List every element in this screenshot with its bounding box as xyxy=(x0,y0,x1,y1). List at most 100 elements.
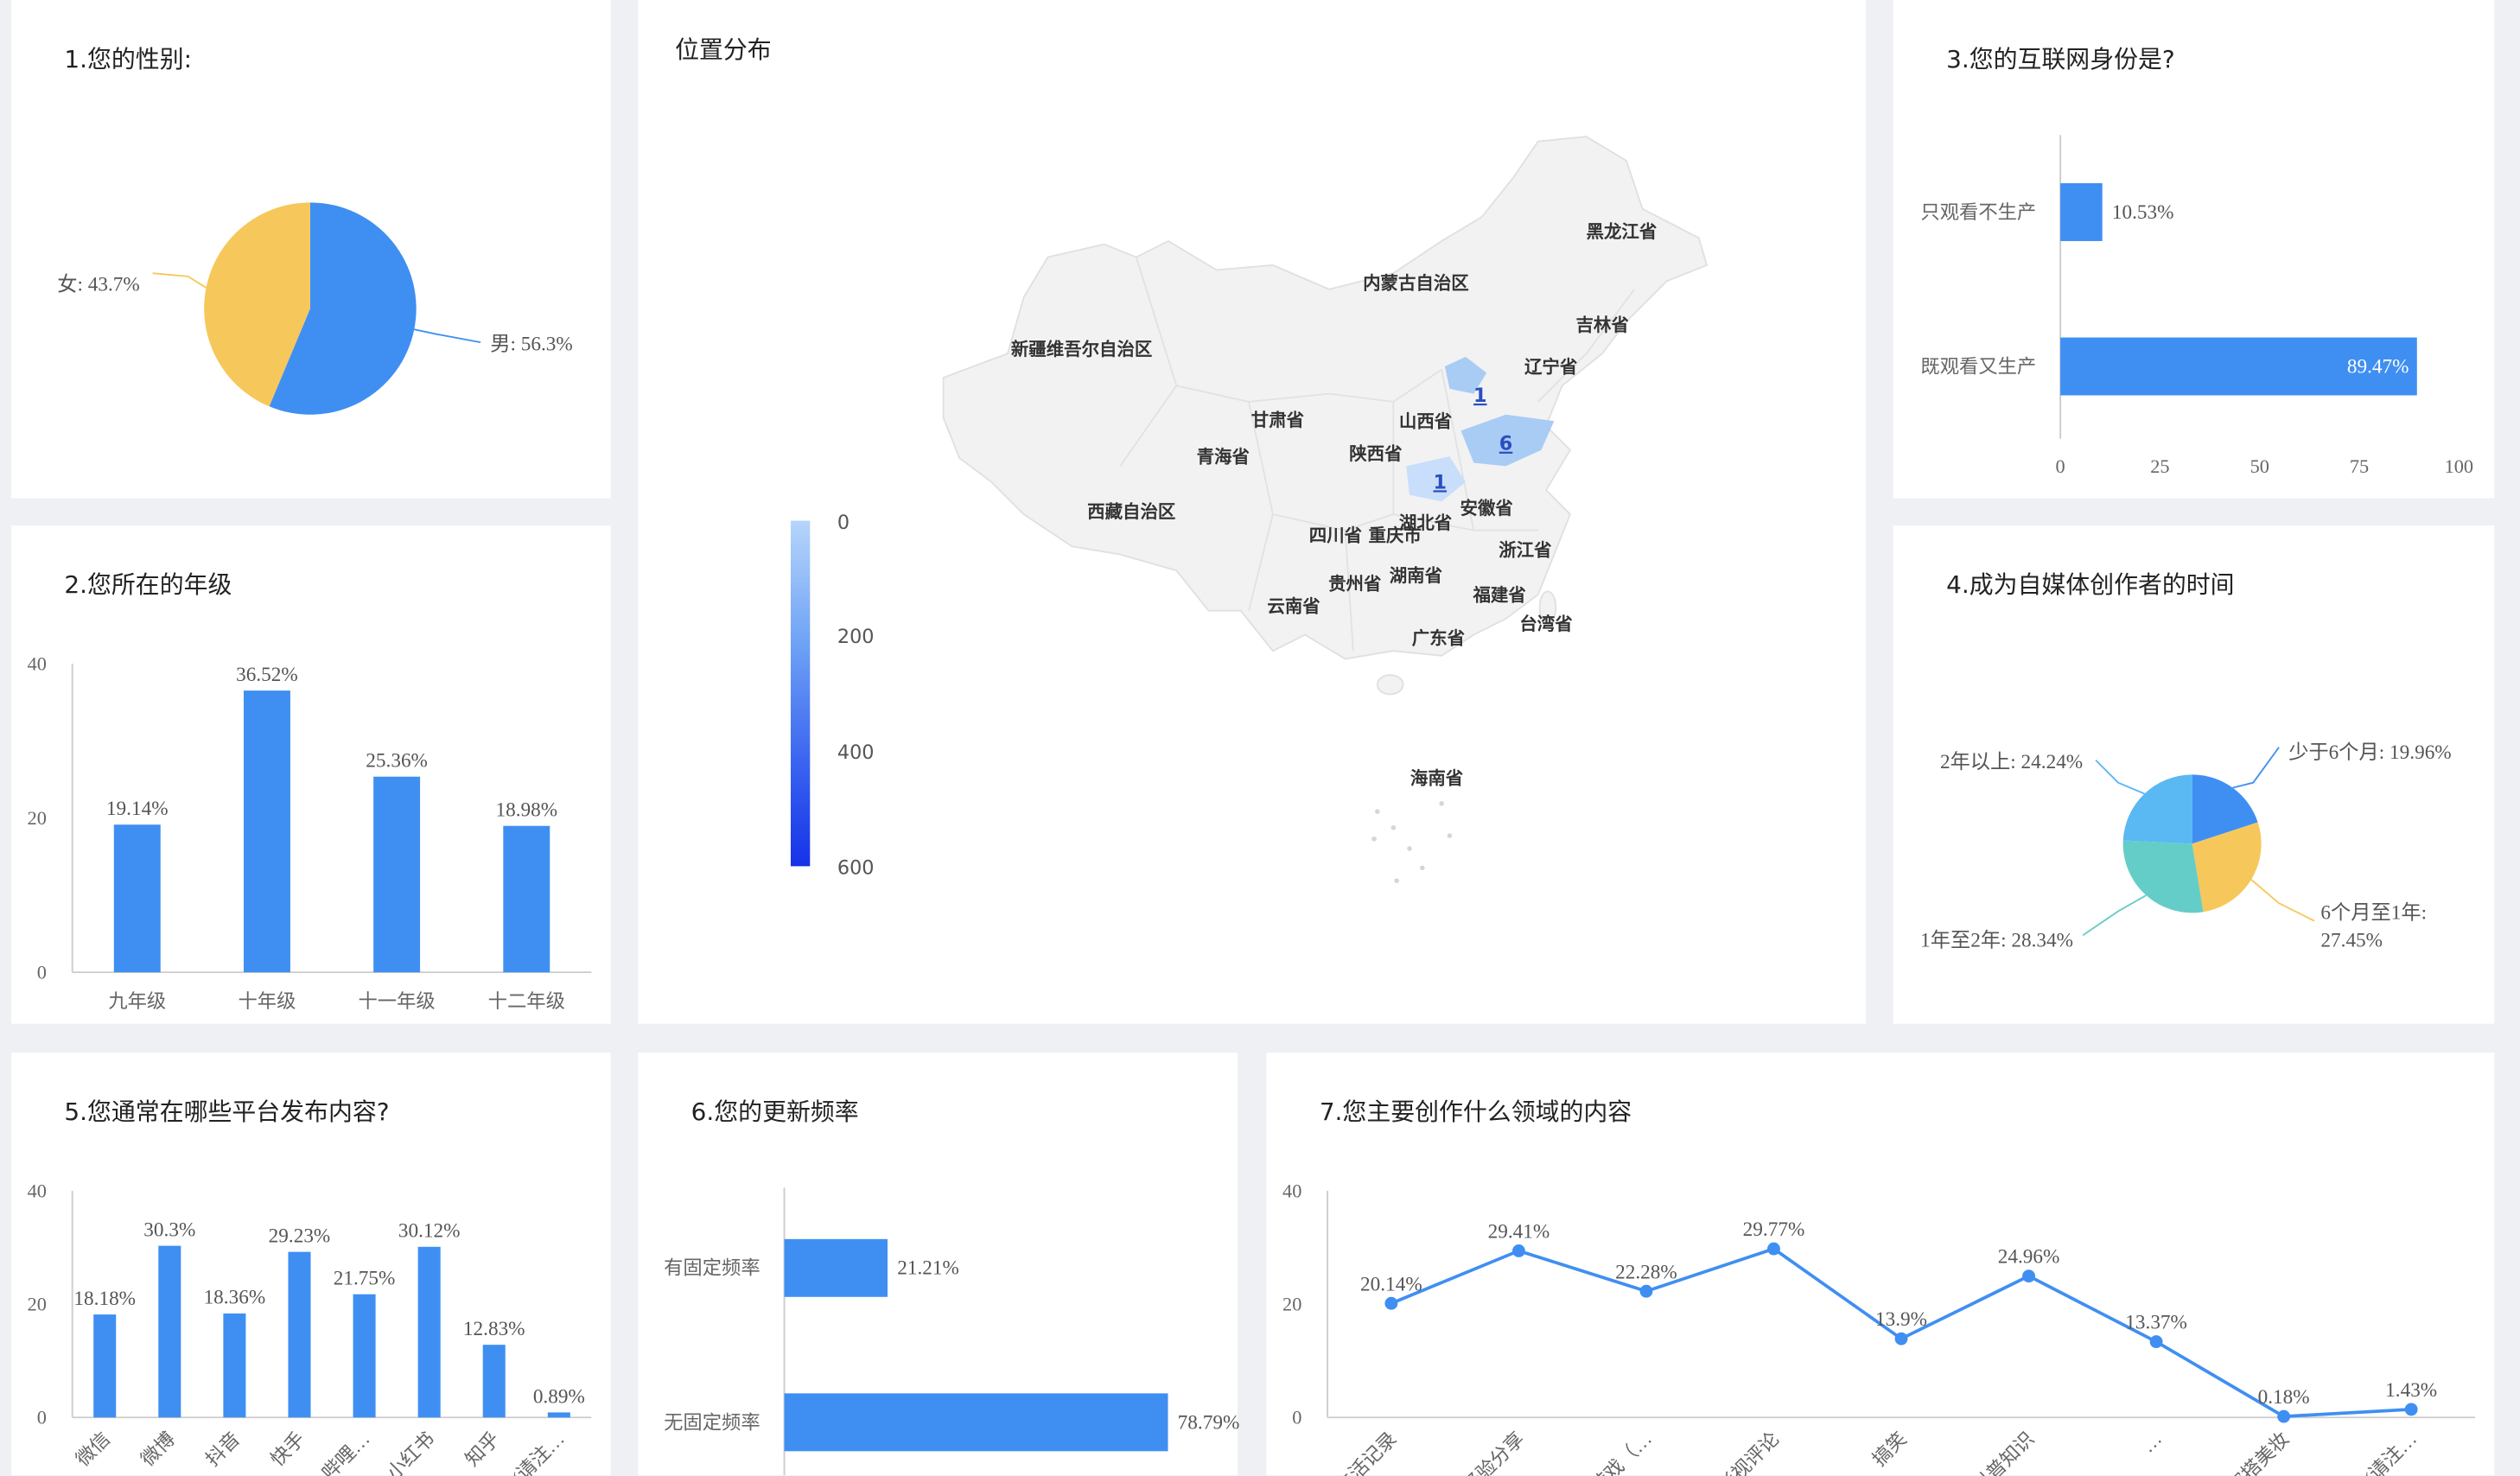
bar-value-label: 30.3% xyxy=(143,1218,195,1241)
bar xyxy=(243,690,290,973)
map-legend-bar xyxy=(790,520,811,867)
pie-leader-line xyxy=(2095,759,2145,795)
y-tick-label: 20 xyxy=(1282,1294,1301,1315)
y-tick-label: 0 xyxy=(1292,1407,1301,1428)
x-tick-label: 其他(请注… xyxy=(2332,1428,2421,1476)
pie-label: 6个月至1年: xyxy=(2320,902,2427,925)
data-point xyxy=(1894,1332,1908,1346)
china-map[interactable]: 黑龙江省内蒙古自治区吉林省新疆维吾尔自治区辽宁省甘肃省 山西省青海省 陕西省西藏自治… xyxy=(638,0,1866,1024)
y-tick-label: 40 xyxy=(28,652,47,674)
province-label: 黑龙江省 xyxy=(1587,221,1658,242)
bar-value-label: 10.53% xyxy=(2112,201,2174,224)
x-tick-label: 九年级 xyxy=(108,990,166,1012)
x-tick-label: … xyxy=(2137,1428,2166,1456)
count-marker: 1 xyxy=(1473,385,1487,407)
bar-value-label: 18.98% xyxy=(495,799,557,822)
pie-leader-line xyxy=(2250,879,2315,922)
x-tick-label: 十一年级 xyxy=(359,990,436,1012)
grade-panel: 2.您所在的年级 0 20 40 19.14% 九年级 36.52% 十年级 25.36% 十一… xyxy=(11,525,611,1024)
south-sea-islands xyxy=(1371,801,1453,883)
data-point xyxy=(2149,1335,2163,1349)
province-label: 台湾省 xyxy=(1519,614,1572,634)
x-tick-label: 十二年级 xyxy=(488,990,565,1012)
x-tick-label: 科普知识 xyxy=(1969,1428,2039,1476)
bar-value-label: 25.36% xyxy=(366,750,428,773)
x-tick-label: 快手 xyxy=(266,1428,309,1470)
data-point xyxy=(1639,1284,1653,1298)
bar xyxy=(503,825,550,973)
y-category-label: 既观看又生产 xyxy=(1920,355,2036,377)
x-tick-label: 微博 xyxy=(137,1428,179,1470)
data-point xyxy=(1511,1244,1525,1257)
bar xyxy=(417,1246,441,1418)
province-label: 内蒙古自治区 xyxy=(1363,273,1469,294)
pie-label: 27.45% xyxy=(2320,929,2383,951)
province-label: 福建省 xyxy=(1472,585,1525,606)
bar-value-label: 21.21% xyxy=(897,1257,959,1280)
bar xyxy=(158,1245,181,1418)
x-tick-label: 哔哩… xyxy=(318,1428,374,1476)
legend-tick-label: 0 xyxy=(837,512,850,534)
x-tick-label: 搞笑 xyxy=(1868,1428,1911,1470)
province-label: 甘肃省 xyxy=(1251,410,1304,430)
point-value-label: 29.41% xyxy=(1488,1221,1550,1244)
point-value-label: 0.18% xyxy=(2258,1386,2310,1409)
bar xyxy=(547,1412,570,1418)
province-label: 湖北省 xyxy=(1399,512,1452,533)
bar xyxy=(223,1313,246,1418)
bar-value-label: 18.18% xyxy=(73,1288,136,1310)
x-tick-label: 十年级 xyxy=(238,990,296,1012)
x-tick-label: 微信 xyxy=(72,1428,114,1470)
hainan-island xyxy=(1376,674,1404,696)
y-tick-label: 20 xyxy=(28,1294,47,1315)
y-tick-label: 0 xyxy=(37,1407,47,1428)
y-tick-label: 0 xyxy=(37,962,47,983)
platforms-panel: 5.您通常在哪些平台发布内容? 0 20 40 18.18% 微信 30.3% 微博 18.3… xyxy=(11,1053,611,1476)
pie-label: 女: 43.7% xyxy=(57,274,140,296)
bar-value-label: 0.89% xyxy=(533,1385,585,1408)
province-label: 安徽省 xyxy=(1460,498,1513,519)
province-label: 四川省 xyxy=(1309,525,1362,546)
map-panel: 位置分布 黑龙江省 内蒙古自治区 吉林省 新疆维吾尔自治区 辽宁省 甘肃省 山西… xyxy=(638,0,1867,1024)
point-value-label: 13.37% xyxy=(2125,1312,2187,1334)
pie-leader-line xyxy=(414,328,481,344)
x-tick-label: 抖音 xyxy=(201,1428,244,1470)
bar-value-label: 36.52% xyxy=(236,664,298,686)
province-label: 贵州省 xyxy=(1328,574,1381,595)
x-tick-label: 日常生活记录 xyxy=(1304,1428,1401,1476)
province-label: 新疆维吾尔自治区 xyxy=(1011,339,1153,359)
count-marker: 1 xyxy=(1434,471,1448,493)
gender-panel: 1.您的性别: 男: 56.3% 女: 43.7% xyxy=(11,0,611,499)
x-tick-label: 100 xyxy=(2445,455,2473,477)
bar xyxy=(784,1393,1168,1452)
bar xyxy=(482,1345,506,1418)
gender-pie-chart: 男: 56.3% 女: 43.7% xyxy=(57,202,573,415)
bar-value-label: 21.75% xyxy=(334,1268,396,1290)
point-value-label: 13.9% xyxy=(1875,1308,1927,1331)
x-tick-label: 游戏（… xyxy=(1586,1428,1656,1476)
pie-leader-line xyxy=(152,272,207,289)
legend-tick-label: 400 xyxy=(837,741,875,764)
pie-label: 男: 56.3% xyxy=(490,333,573,355)
x-tick-label: 75 xyxy=(2350,455,2369,477)
x-tick-label: 50 xyxy=(2250,455,2269,477)
bar-value-label: 78.79% xyxy=(1178,1411,1240,1434)
x-tick-label: 穿搭美妆 xyxy=(2224,1428,2294,1476)
creator-time-panel: 4.成为自媒体创作者的时间 少于6个月: 19.96% 6个月至1年: 27.45%… xyxy=(1893,525,2495,1024)
province-label: 吉林省 xyxy=(1575,315,1628,335)
x-tick-label: 小红书 xyxy=(383,1428,439,1476)
bar xyxy=(373,776,421,973)
platforms-bar-chart: 0 20 40 18.18% 微信 30.3% 微博 18.36% 抖音 29.23% 快手 21.7… xyxy=(28,1180,592,1476)
bar xyxy=(288,1251,311,1418)
point-value-label: 1.43% xyxy=(2385,1379,2437,1402)
province-label: 湖南省 xyxy=(1390,565,1442,586)
legend-tick-label: 200 xyxy=(837,626,875,648)
province-label: 陕西省 xyxy=(1349,443,1402,464)
x-tick-label: 经验分享 xyxy=(1459,1428,1529,1476)
province-label: 海南省 xyxy=(1410,768,1463,789)
x-tick-label: 影视评论 xyxy=(1714,1428,1784,1476)
point-value-label: 22.28% xyxy=(1615,1261,1677,1283)
map-outline xyxy=(942,136,1709,660)
bar xyxy=(353,1294,376,1418)
creator-time-pie-chart: 少于6个月: 19.96% 6个月至1年: 27.45% 1年至2年: 28.34% 2… xyxy=(1920,741,2451,952)
